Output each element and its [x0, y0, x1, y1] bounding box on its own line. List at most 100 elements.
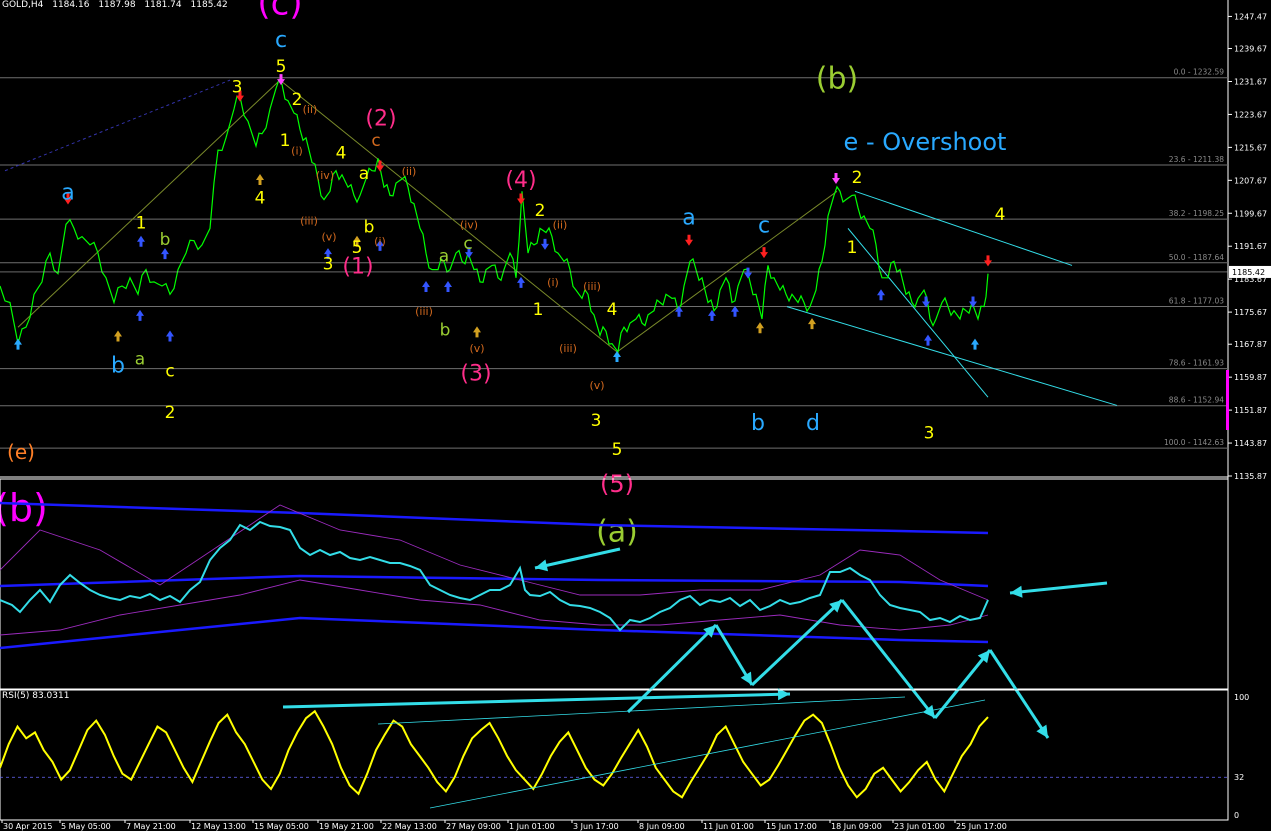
y-tick-label: 1247.47: [1234, 12, 1267, 21]
wave-label: b: [364, 217, 375, 237]
y-tick-label: 1143.87: [1234, 439, 1267, 448]
down-arrow-marker: [984, 255, 992, 267]
x-tick-label: 7 May 21:00: [126, 822, 176, 831]
wave-label: (iii): [415, 305, 433, 318]
chart-canvas: 1247.47 1239.67 1231.67 1223.67 1215.67 1207.…: [0, 0, 1271, 831]
wave-label: (c): [257, 0, 302, 23]
up-arrow-marker: [473, 326, 481, 338]
wave-label: 5: [612, 440, 623, 460]
annotation-arrow-head: [535, 559, 549, 572]
wave-label: (3): [460, 362, 491, 387]
up-arrow-marker: [137, 235, 145, 247]
wave-label: (5): [600, 470, 634, 498]
wave-label: a: [439, 246, 449, 266]
x-axis: 30 Apr 2015 5 May 05:00 7 May 21:00 12 May …: [1, 820, 1007, 831]
y-tick-label: 1191.67: [1234, 242, 1267, 251]
trend-line: [854, 190, 1073, 266]
wave-label: 2: [292, 90, 303, 110]
wave-label: (ii): [402, 165, 417, 178]
wave-label: (2): [365, 106, 396, 131]
rsi-trend-line: [429, 699, 986, 809]
up-arrow-marker: [731, 305, 739, 317]
wave-label: 4: [607, 300, 618, 320]
down-arrow-marker: [517, 193, 525, 205]
x-tick-label: 8 Jun 09:00: [639, 822, 685, 831]
indicator-frame: [0, 478, 1229, 690]
up-arrow-marker: [114, 330, 122, 342]
wave-label: 1: [136, 213, 147, 233]
wave-label: (iv): [316, 169, 334, 182]
x-tick-label: 12 May 13:00: [191, 822, 246, 831]
annotation-arrow-shaft: [534, 547, 621, 570]
up-arrow-marker: [971, 338, 979, 350]
wave-label: (iv): [460, 218, 478, 231]
wave-label: (iii): [300, 214, 318, 227]
fib-label: 0.0 - 1232.59: [1174, 68, 1225, 77]
wave-label: d: [806, 411, 820, 436]
down-arrow-marker: [685, 234, 693, 246]
right-marker: [1226, 370, 1229, 430]
price-line: [0, 78, 989, 354]
wave-label: (e): [7, 440, 35, 464]
fib-label: 88.6 - 1152.94: [1169, 396, 1224, 405]
x-tick-label: 18 Jun 09:00: [831, 822, 882, 831]
trend-line: [847, 228, 989, 398]
annotation-arrow-shaft: [750, 598, 844, 687]
oscillator-line: [0, 520, 989, 632]
down-arrow-marker: [922, 296, 930, 308]
envelope-line: [0, 574, 989, 588]
y-tick-label: 1151.87: [1234, 406, 1267, 415]
y-tick-label: 1207.67: [1234, 176, 1267, 185]
down-arrow-marker: [760, 247, 768, 259]
wave-label: (v): [589, 379, 604, 392]
up-arrow-marker: [708, 309, 716, 321]
rsi-frame: [0, 689, 1229, 821]
fib-label: 100.0 - 1142.63: [1164, 438, 1224, 447]
up-arrow-marker: [166, 330, 174, 342]
x-tick-label: 25 Jun 17:00: [956, 822, 1007, 831]
wave-label: a: [135, 349, 145, 369]
up-arrow-marker: [877, 289, 885, 301]
x-tick-label: 23 Jun 01:00: [894, 822, 945, 831]
y-tick-label: 1215.67: [1234, 143, 1267, 152]
y-tick-label: 1135.87: [1234, 472, 1267, 481]
x-tick-label: 1 Jun 01:00: [509, 822, 555, 831]
wave-label: (b): [0, 486, 48, 530]
up-arrow-marker: [756, 322, 764, 334]
y-tick-label: 1199.67: [1234, 209, 1267, 218]
wave-label: (i): [291, 144, 303, 157]
annotation-arrow-shaft: [1009, 581, 1108, 595]
price-tag-text: 1185.42: [1232, 268, 1265, 277]
down-arrow-marker: [969, 296, 977, 308]
y-tick-label: 1223.67: [1234, 110, 1267, 119]
wave-label: (1): [342, 255, 373, 280]
rsi-panel: 100 32 0: [0, 689, 1249, 821]
up-arrow-marker: [136, 309, 144, 321]
wave-label: 1: [280, 131, 291, 151]
wave-label: (4): [505, 168, 536, 193]
wave-label: 1: [533, 300, 544, 320]
wave-label: 2: [535, 201, 546, 221]
up-arrow-marker: [517, 276, 525, 288]
wave-label: c: [463, 234, 472, 254]
annotation-arrow-shaft: [282, 692, 791, 709]
x-tick-label: 11 Jun 01:00: [703, 822, 754, 831]
up-arrow-marker: [444, 281, 452, 293]
x-tick-label: 15 May 05:00: [254, 822, 309, 831]
up-arrow-marker: [675, 305, 683, 317]
rsi-tick-label: 100: [1234, 693, 1249, 702]
down-arrow-marker: [832, 172, 840, 184]
up-arrow-marker: [256, 173, 264, 185]
trend-line: [786, 306, 1118, 406]
down-arrow-marker: [541, 238, 549, 250]
bollinger-line: [0, 504, 989, 601]
wave-label: (iii): [583, 280, 601, 293]
x-tick-label: 22 May 13:00: [382, 822, 437, 831]
wave-label: a: [682, 205, 695, 230]
annotation-arrow-shaft: [840, 599, 937, 719]
wave-label: 3: [591, 411, 602, 431]
x-tick-label: 5 May 05:00: [61, 822, 111, 831]
x-tick-label: 3 Jun 17:00: [573, 822, 619, 831]
wave-label: (iii): [559, 342, 577, 355]
fib-label: 50.0 - 1187.64: [1169, 253, 1224, 262]
